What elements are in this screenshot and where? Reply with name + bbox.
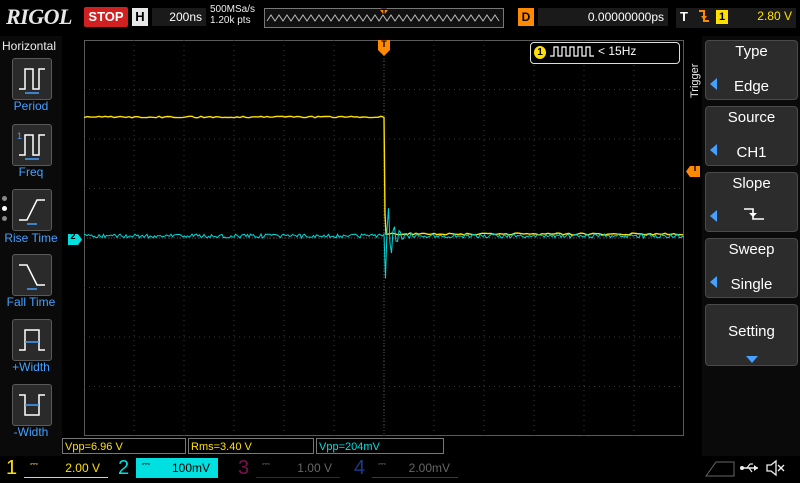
trigger-label: T [680, 9, 688, 24]
trigger-setting-title: Setting [706, 323, 797, 340]
brand-logo: RIGOL [6, 4, 72, 30]
menu-expand-icon[interactable] [702, 458, 738, 478]
ch2-scale: 100mV [172, 458, 210, 478]
dc-coupling-icon: ⎓ [262, 455, 270, 475]
rise-time-label: Rise Time [0, 231, 62, 245]
negative-width-button[interactable] [12, 384, 52, 426]
trigger-source-value: CH1 [706, 144, 797, 161]
period-label: Period [0, 99, 62, 113]
trigger-slope-button[interactable]: Slope [705, 172, 798, 232]
ch2-trace [84, 208, 684, 278]
trigger-setting-button[interactable]: Setting [705, 304, 798, 366]
page-dot [2, 196, 7, 201]
fall-time-label: Fall Time [0, 295, 62, 309]
ch3-scale: 1.00 V [297, 458, 332, 478]
positive-width-label: +Width [0, 360, 62, 374]
ch1-scale-box[interactable]: ⎓ 2.00 V [24, 458, 108, 478]
page-dot-active [2, 206, 7, 211]
memory-depth: 1.20k pts [210, 15, 255, 26]
ch1-number[interactable]: 1 [6, 456, 17, 480]
negative-width-icon [13, 385, 51, 425]
trigger-level-marker[interactable]: T [686, 164, 700, 175]
period-button[interactable] [12, 58, 52, 100]
speaker-muted-icon[interactable] [764, 458, 786, 483]
fall-time-icon [13, 255, 51, 295]
trigger-sweep-title: Sweep [706, 241, 797, 258]
timebase-value[interactable]: 200ns [152, 8, 206, 26]
usb-icon [740, 460, 760, 479]
pulse-train-icon [550, 44, 596, 65]
ch1-scale: 2.00 V [65, 458, 100, 478]
positive-width-button[interactable] [12, 319, 52, 361]
memory-position-strip[interactable]: T [264, 8, 504, 28]
trigger-position-label: T [378, 39, 390, 49]
down-arrow-icon [746, 351, 758, 369]
fall-time-button[interactable] [12, 254, 52, 296]
trigger-type-value: Edge [706, 78, 797, 95]
acquisition-info: 500MSa/s 1.20k pts [210, 4, 255, 26]
measurement-ch1-vpp: Vpp=6.96 V [62, 438, 186, 454]
measurement-ch1-rms: Rms=3.40 V [188, 438, 314, 454]
trigger-source-badge: 1 [716, 10, 728, 24]
ch3-scale-box[interactable]: ⎓ 1.00 V [256, 458, 340, 478]
falling-slope-icon [742, 205, 766, 228]
dc-coupling-icon: ⎓ [142, 455, 150, 475]
ch4-number[interactable]: 4 [354, 456, 365, 480]
freq-label: Freq [0, 165, 62, 179]
trigger-menu-title: Trigger [689, 64, 701, 98]
trigger-sweep-button[interactable]: Sweep Single [705, 238, 798, 298]
left-arrow-icon [710, 210, 717, 222]
trigger-source-title: Source [706, 109, 797, 126]
ch3-number[interactable]: 3 [238, 456, 249, 480]
positive-width-icon [13, 320, 51, 360]
trigger-position-marker[interactable]: T [378, 40, 390, 56]
ch2-number[interactable]: 2 [118, 456, 129, 480]
ch4-scale: 2.00mV [409, 458, 450, 478]
freq-button[interactable]: 1 [12, 124, 52, 166]
measurement-ch2-vpp: Vpp=204mV [316, 438, 444, 454]
trigger-frequency-text: < 15Hz [598, 44, 636, 58]
trigger-menu-title-area: Trigger [688, 42, 702, 122]
trigger-source-button[interactable]: Source CH1 [705, 106, 798, 166]
memory-trigger-marker: T [375, 7, 393, 17]
ch2-offset-label: 2 [68, 231, 78, 241]
run-stop-indicator[interactable]: STOP [84, 7, 128, 27]
trigger-slope-title: Slope [706, 175, 797, 192]
graticule [84, 40, 684, 436]
freq-icon: 1 [13, 125, 51, 165]
dc-coupling-icon: ⎓ [30, 455, 38, 475]
measure-panel-title: Horizontal [2, 39, 56, 53]
page-indicator [2, 196, 8, 226]
ch2-scale-box[interactable]: ⎓ 100mV [136, 458, 218, 478]
trigger-type-button[interactable]: Type Edge [705, 40, 798, 100]
page-dot [2, 216, 7, 221]
rise-time-button[interactable] [12, 189, 52, 231]
negative-width-label: -Width [0, 425, 62, 439]
ch4-scale-box[interactable]: ⎓ 2.00mV [372, 458, 458, 478]
sample-rate: 500MSa/s [210, 4, 255, 15]
svg-text:1: 1 [17, 131, 22, 141]
period-icon [13, 59, 51, 99]
trigger-level-label: T [690, 163, 700, 173]
rise-time-icon [13, 190, 51, 230]
trigger-frequency-channel: 1 [534, 46, 546, 59]
timebase-label: H [132, 8, 148, 26]
falling-edge-icon [697, 8, 711, 27]
dc-coupling-icon: ⎓ [378, 455, 386, 475]
trigger-sweep-value: Single [706, 276, 797, 293]
delay-value[interactable]: 0.00000000ps [538, 8, 668, 26]
waveform-display[interactable] [84, 40, 684, 436]
trigger-level-value[interactable]: 2.80 V [732, 9, 792, 23]
ch2-offset-marker[interactable]: 2 [68, 232, 82, 243]
trigger-type-title: Type [706, 43, 797, 60]
delay-label: D [518, 8, 534, 26]
